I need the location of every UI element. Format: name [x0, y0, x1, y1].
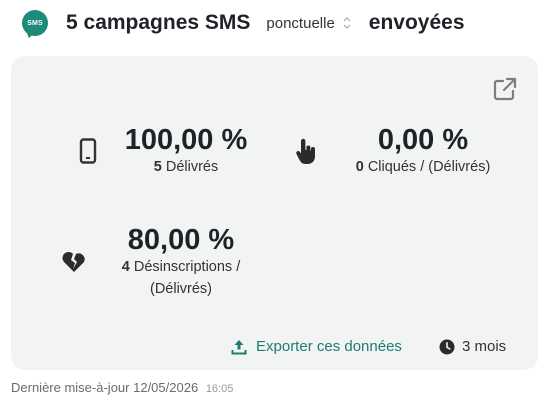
- external-link-icon[interactable]: [492, 76, 518, 102]
- delivered-text: Délivrés: [165, 159, 219, 175]
- period-label: 3 mois: [462, 338, 507, 355]
- clock-icon: [439, 339, 455, 354]
- last-update: Dernière mise-à-jour 12/05/2026 16:05: [11, 380, 233, 395]
- stats-card: 100,00 % 5 Délivrés 0,00 % 0 Cliqués / (…: [11, 56, 538, 370]
- sms-icon: SMS: [22, 10, 48, 36]
- unsubscribed-text-line2: (Délivrés): [149, 281, 213, 297]
- clicked-stat: 0,00 % 0 Cliqués / (Délivrés): [333, 124, 513, 178]
- last-update-time: 16:05: [205, 383, 234, 395]
- unsubscribed-rate: 80,00 %: [127, 224, 235, 256]
- export-label: Exporter ces données: [256, 338, 402, 355]
- last-update-date: 12/05/2026: [133, 380, 199, 395]
- last-update-label: Dernière mise-à-jour: [11, 380, 130, 395]
- unsubscribed-count: 4: [121, 259, 130, 275]
- pointer-hand-icon: [295, 138, 317, 171]
- clicked-label: 0 Cliqués / (Délivrés): [333, 156, 513, 178]
- status-title: envoyées: [368, 11, 465, 34]
- mobile-phone-icon: [79, 138, 97, 169]
- clicked-count: 0: [355, 159, 364, 175]
- unsubscribed-stat: 80,00 % 4 Désinscriptions / (Délivrés): [101, 224, 261, 300]
- page-title: 5 campagnes SMS: [66, 11, 251, 34]
- sms-badge-text: SMS: [27, 19, 43, 27]
- upload-icon: [231, 339, 247, 354]
- unsubscribed-label: 4 Désinscriptions / (Délivrés): [101, 256, 261, 300]
- delivered-label: 5 Délivrés: [111, 156, 261, 178]
- unsubscribed-text-line1: Désinscriptions /: [133, 259, 241, 275]
- page-header: SMS 5 campagnes SMS ponctuelle envoyées: [22, 8, 465, 38]
- broken-heart-icon: [61, 250, 87, 279]
- clicked-rate: 0,00 %: [377, 124, 469, 156]
- delivered-rate: 100,00 %: [124, 124, 248, 156]
- sort-chevron-icon: [343, 16, 351, 30]
- delivered-count: 5: [153, 159, 162, 175]
- period-selector[interactable]: 3 mois: [439, 338, 506, 355]
- campaign-type-value: ponctuelle: [266, 14, 335, 32]
- campaign-type-select[interactable]: ponctuelle: [266, 14, 351, 32]
- delivered-stat: 100,00 % 5 Délivrés: [111, 124, 261, 178]
- clicked-text: Cliqués / (Délivrés): [367, 159, 491, 175]
- export-data-link[interactable]: Exporter ces données: [231, 338, 402, 355]
